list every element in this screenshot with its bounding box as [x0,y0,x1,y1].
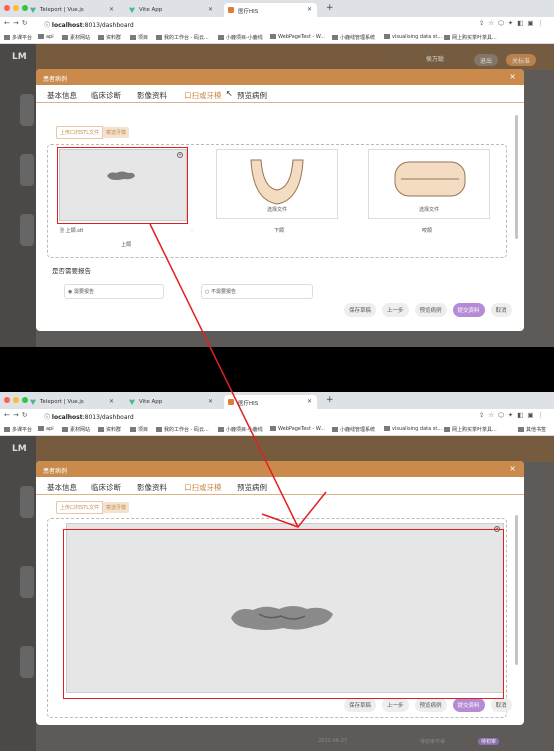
annotation-arrow [149,223,327,528]
